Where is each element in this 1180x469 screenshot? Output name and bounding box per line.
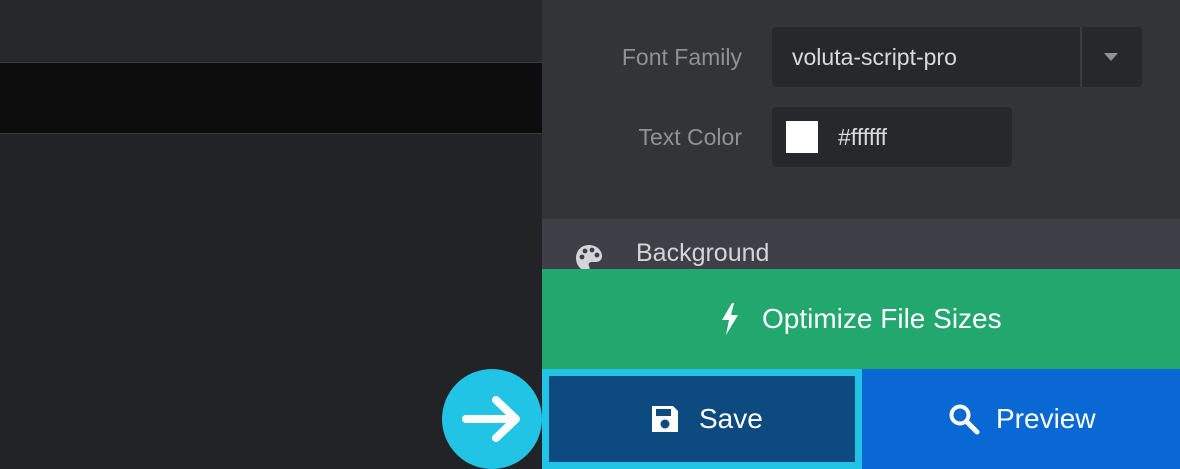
font-family-select[interactable]: voluta-script-pro [772, 27, 1142, 87]
preview-button[interactable]: Preview [862, 369, 1180, 469]
font-family-row: Font Family voluta-script-pro [542, 27, 1180, 87]
chevron-down-icon[interactable] [1104, 53, 1118, 61]
font-family-label: Font Family [621, 44, 742, 70]
preview-label: Preview [996, 403, 1096, 434]
text-color-label: Text Color [638, 124, 742, 150]
text-color-value: #ffffff [838, 124, 888, 150]
save-button[interactable]: Save [542, 369, 862, 469]
color-swatch[interactable] [786, 121, 818, 153]
optimize-file-sizes-button[interactable]: Optimize File Sizes [542, 269, 1180, 369]
text-color-row: Text Color #ffffff [542, 107, 1180, 167]
font-family-value: voluta-script-pro [792, 44, 957, 70]
arrow-right-icon [462, 396, 520, 442]
save-label: Save [699, 403, 763, 434]
canvas-toolbar [0, 0, 542, 62]
select-divider [1080, 27, 1082, 87]
settings-panel: Font Family voluta-script-pro Text Color… [542, 0, 1180, 469]
canvas-text-layer[interactable] [0, 62, 542, 134]
floppy-disk-icon [652, 406, 678, 432]
text-color-field[interactable]: #ffffff [772, 107, 1012, 167]
optimize-file-sizes-label: Optimize File Sizes [762, 303, 1002, 334]
lightning-icon [722, 303, 738, 335]
background-section-title: Background [636, 239, 770, 267]
tutorial-pointer [442, 369, 542, 469]
search-icon [949, 404, 980, 435]
